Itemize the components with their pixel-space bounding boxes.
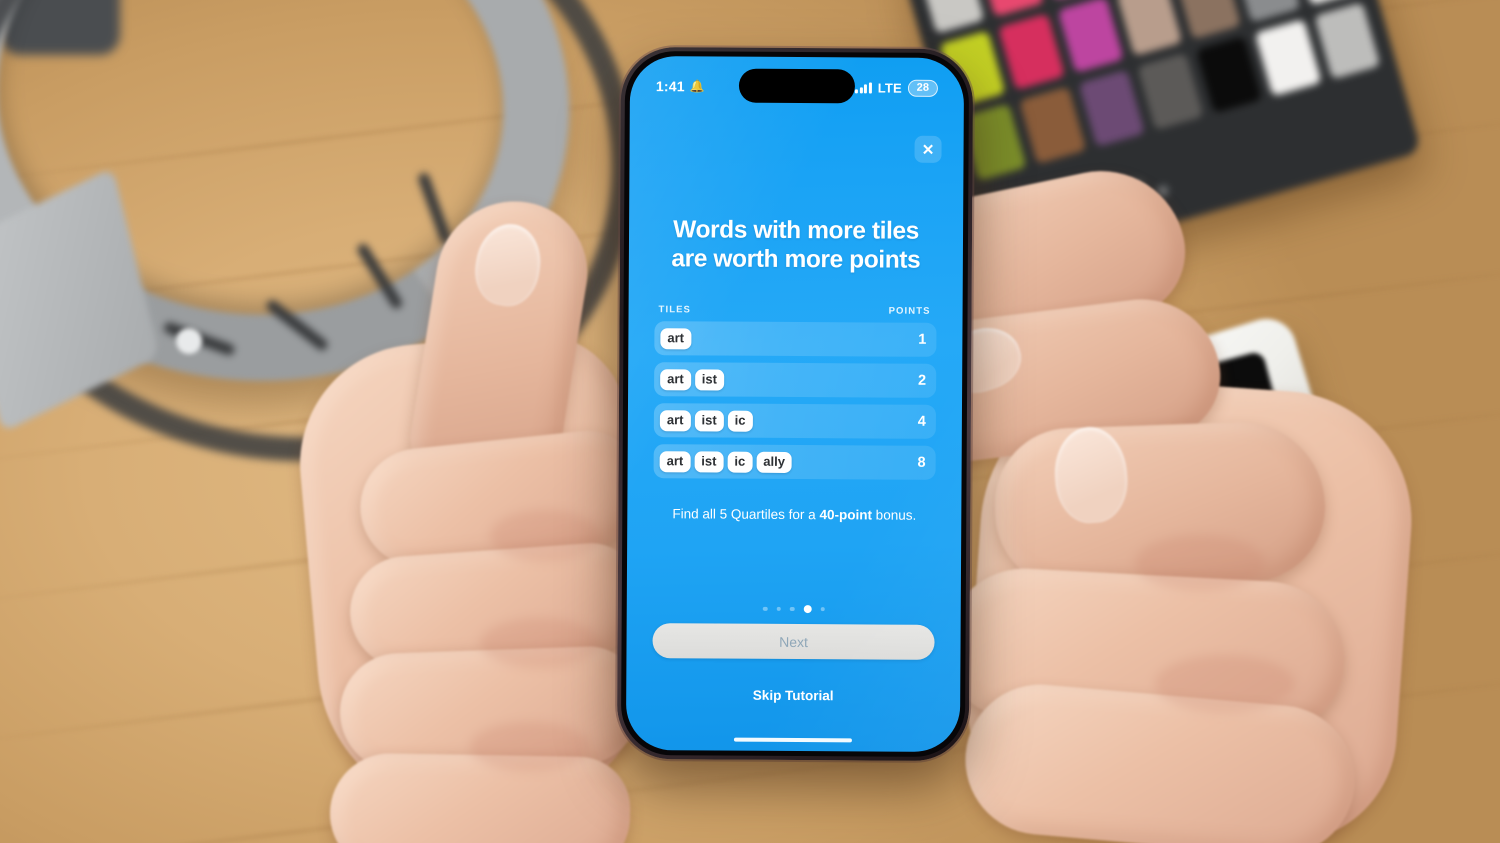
color-swatch (1057, 0, 1124, 74)
close-glyph: ✕ (921, 141, 935, 159)
desk-scene: 1:41 🔔 LTE 28 ✕ Words with more tiles ar… (0, 0, 1500, 843)
right-hand (872, 155, 1425, 843)
skip-tutorial-button[interactable]: Skip Tutorial (626, 687, 960, 704)
word-tile: ally (756, 451, 793, 473)
points-value: 4 (917, 414, 926, 431)
tile-group: art ist (660, 368, 912, 392)
right-knuckle (1155, 655, 1295, 713)
word-tile: ist (694, 451, 724, 473)
points-value: 8 (917, 455, 926, 472)
bonus-text: Find all 5 Quartiles for a 40-point bonu… (653, 505, 935, 524)
color-swatch (1175, 0, 1242, 40)
color-swatch (1078, 70, 1145, 147)
skip-tutorial-label: Skip Tutorial (752, 687, 834, 704)
word-tile: ic (727, 410, 753, 432)
word-tile: art (660, 327, 692, 350)
pagination-dot[interactable] (820, 606, 825, 612)
bonus-prefix: Find all 5 Quartiles for a (672, 506, 820, 523)
home-indicator[interactable] (733, 737, 852, 743)
headset-vent (264, 298, 330, 353)
pagination-dots[interactable] (627, 604, 961, 614)
points-value: 1 (918, 332, 927, 349)
status-time: 1:41 (655, 78, 685, 95)
smartphone: 1:41 🔔 LTE 28 ✕ Words with more tiles ar… (616, 46, 974, 762)
left-pinky-finger (328, 752, 632, 843)
color-swatch (1314, 2, 1381, 80)
color-swatch (1255, 19, 1322, 96)
color-swatch (977, 0, 1044, 18)
color-checker-grid (918, 0, 1381, 181)
headset-hinge-screw (176, 328, 202, 354)
tutorial-content: Words with more tiles are worth more poi… (627, 216, 963, 525)
bell-icon: 🔔 (689, 79, 705, 94)
word-tile: ic (727, 451, 753, 473)
next-button[interactable]: Next (652, 623, 935, 660)
signal-bars-icon (854, 81, 872, 93)
page-title: Words with more tiles are worth more poi… (671, 216, 921, 274)
color-swatch (1019, 87, 1086, 164)
pagination-dot[interactable] (776, 606, 781, 612)
word-tile: art (660, 368, 691, 391)
pagination-dot[interactable] (789, 606, 795, 612)
column-header-points: POINTS (888, 305, 931, 318)
left-knuckle (480, 618, 600, 668)
color-swatch (918, 0, 985, 34)
table-row: art ist ic ally 8 (653, 444, 936, 481)
pagination-dot[interactable] (762, 606, 768, 612)
network-label: LTE (877, 79, 902, 96)
tile-group: art ist ic (659, 409, 912, 433)
column-headers: TILES POINTS (655, 304, 937, 317)
word-tile: ist (694, 369, 725, 391)
right-knuckle (1135, 535, 1265, 591)
points-value: 2 (918, 373, 927, 390)
table-row: art 1 (654, 321, 937, 358)
word-tile: ist (694, 410, 724, 432)
status-bar-right: LTE 28 (854, 79, 938, 97)
color-swatch (1196, 36, 1263, 113)
color-swatch (998, 13, 1065, 91)
left-knuckle (470, 722, 590, 772)
table-row: art ist 2 (654, 362, 937, 399)
status-bar-left: 1:41 🔔 (656, 78, 705, 94)
table-row: art ist ic 4 (653, 403, 936, 440)
bonus-suffix: bonus. (871, 507, 917, 524)
word-tile: art (659, 409, 691, 432)
tiles-points-table: art 1 art ist 2 art ist ic 4 art ist ic ally 8 (653, 321, 937, 481)
color-swatch (1234, 0, 1301, 23)
bonus-emphasis: 40-point (819, 507, 873, 523)
close-icon[interactable]: ✕ (914, 135, 942, 163)
word-tile: art (659, 450, 691, 473)
next-button-label: Next (779, 633, 808, 650)
color-swatch (1116, 0, 1183, 57)
color-swatch (1137, 53, 1204, 130)
dynamic-island (738, 68, 856, 104)
battery-indicator: 28 (907, 79, 938, 97)
tile-group: art ist ic ally (659, 450, 912, 474)
color-swatch (1293, 0, 1360, 6)
left-knuckle (490, 510, 600, 562)
tile-group: art (660, 327, 912, 351)
pagination-dot-active[interactable] (803, 605, 812, 614)
phone-screen[interactable]: 1:41 🔔 LTE 28 ✕ Words with more tiles ar… (625, 55, 965, 753)
column-header-tiles: TILES (658, 304, 692, 316)
